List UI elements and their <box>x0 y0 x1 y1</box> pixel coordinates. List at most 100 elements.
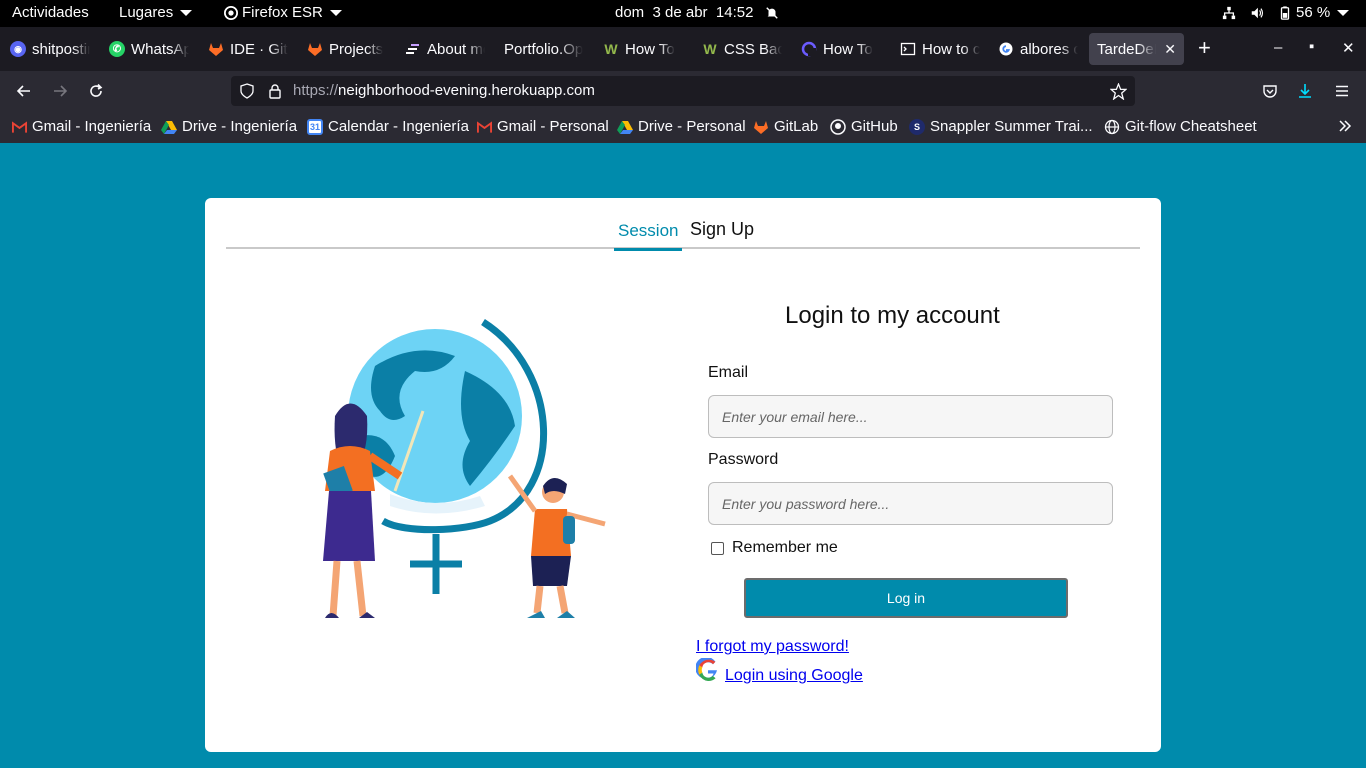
close-tab-icon[interactable]: ✕ <box>1164 41 1176 58</box>
wikihow-icon: W <box>604 41 618 57</box>
remember-me-checkbox[interactable] <box>711 541 724 555</box>
notifications-muted-icon <box>766 6 779 19</box>
bars-icon <box>406 44 419 54</box>
github-icon <box>830 118 846 135</box>
tab-label: Projects <box>329 40 384 58</box>
tab-label: How To <box>625 40 675 58</box>
pocket-icon <box>1263 85 1277 98</box>
url-host: neighborhood-evening.herokuapp.com <box>338 82 595 99</box>
bookmark-label: Gmail - Ingeniería <box>32 118 152 135</box>
new-tab-button[interactable]: + <box>1198 35 1211 61</box>
app-name-label: Firefox ESR <box>242 4 323 21</box>
browser-tab[interactable]: ✆ WhatsApp <box>101 33 197 65</box>
bookmark-label: Gmail - Personal <box>497 118 609 135</box>
bookmark-item[interactable]: GitHub <box>830 118 898 135</box>
wikihow-icon: W <box>703 41 717 57</box>
browser-tab-active[interactable]: TardeDeE ✕ <box>1089 33 1184 65</box>
forward-button[interactable] <box>48 79 72 103</box>
clock[interactable]: dom 3 de abr 14:52 <box>615 4 779 21</box>
bookmark-item[interactable]: 31 Calendar - Ingeniería <box>307 118 469 135</box>
page-tabs: Session Sign Up <box>226 219 1140 251</box>
gitlab-icon <box>308 43 322 56</box>
login-button-label: Log in <box>886 590 926 606</box>
gmail-icon <box>12 120 27 133</box>
tab-session[interactable]: Session <box>614 221 683 251</box>
system-status-menu[interactable]: 56 % <box>1222 4 1350 21</box>
clock-label: dom 3 de abr 14:52 <box>615 4 754 21</box>
whatsapp-icon: ✆ <box>109 41 125 57</box>
downloads-button[interactable] <box>1293 79 1317 103</box>
browser-tab[interactable]: Portfolio.Op <box>496 33 592 65</box>
bookmark-item[interactable]: Drive - Personal <box>617 118 746 135</box>
pocket-button[interactable] <box>1258 79 1282 103</box>
web-page: Session Sign Up Login to my account Emai… <box>0 143 1366 768</box>
browser-tab[interactable]: IDE · GitLab <box>200 33 296 65</box>
login-button[interactable]: Log in <box>744 578 1068 618</box>
browser-tab[interactable]: How to c <box>892 33 988 65</box>
back-button[interactable] <box>12 79 36 103</box>
bookmark-item[interactable]: Gmail - Ingeniería <box>12 118 151 135</box>
url-text[interactable]: https://neighborhood-evening.herokuapp.c… <box>293 82 595 99</box>
lock-icon[interactable] <box>267 83 283 99</box>
minimize-window-icon[interactable]: – <box>1274 39 1282 56</box>
tab-label: Portfolio.Op <box>504 40 584 58</box>
browser-tab[interactable]: ◉ shitposting <box>2 33 98 65</box>
terminal-icon <box>900 42 916 56</box>
email-field[interactable] <box>708 395 1113 438</box>
gitlab-icon <box>209 43 223 56</box>
menu-button[interactable] <box>1330 79 1354 103</box>
login-card: Session Sign Up Login to my account Emai… <box>205 198 1161 752</box>
bookmark-item[interactable]: Git-flow Cheatsheet <box>1104 118 1257 135</box>
tab-label: About me <box>427 40 485 58</box>
system-top-bar: Actividades Lugares Firefox ESR dom 3 de… <box>0 0 1366 27</box>
browser-tab[interactable]: W How To <box>595 33 691 65</box>
tab-signup-label: Sign Up <box>690 219 755 239</box>
app-menu[interactable]: Firefox ESR <box>224 4 342 21</box>
google-icon <box>696 658 717 682</box>
browser-tab[interactable]: How To <box>793 33 889 65</box>
maximize-window-icon[interactable]: ▪ <box>1309 38 1314 55</box>
browser-tab[interactable]: About me <box>397 33 493 65</box>
remember-me: Remember me <box>711 539 838 557</box>
firefox-icon <box>224 5 238 20</box>
battery-percent: 56 % <box>1296 4 1331 21</box>
reload-icon <box>90 83 103 97</box>
bookmark-item[interactable]: Drive - Ingeniería <box>161 118 297 135</box>
close-window-icon[interactable]: ✕ <box>1342 39 1355 57</box>
google-login-link[interactable]: Login using Google <box>725 667 863 685</box>
bookmark-item[interactable]: Gmail - Personal <box>477 118 609 135</box>
forgot-password-link[interactable]: I forgot my password! <box>696 638 849 656</box>
remember-me-label: Remember me <box>732 539 838 556</box>
browser-tab[interactable]: albores c <box>990 33 1086 65</box>
activities-label: Actividades <box>12 4 89 21</box>
bookmark-item[interactable]: S Snappler Summer Trai... <box>909 118 1093 135</box>
battery-icon <box>1280 5 1290 20</box>
password-field[interactable] <box>708 482 1113 525</box>
snappler-icon: S <box>909 118 925 135</box>
browser-tab[interactable]: Projects <box>299 33 395 65</box>
swirl-icon <box>801 41 817 57</box>
network-icon <box>1222 6 1236 19</box>
drive-icon <box>617 120 633 134</box>
more-bookmarks-button[interactable] <box>1337 118 1353 134</box>
places-menu[interactable]: Lugares <box>119 4 193 21</box>
reload-button[interactable] <box>84 79 108 103</box>
globe-icon <box>1104 119 1120 134</box>
bookmark-star-icon[interactable] <box>1110 83 1127 100</box>
tab-signup[interactable]: Sign Up <box>686 219 758 247</box>
shield-icon[interactable] <box>239 83 255 99</box>
bookmark-item[interactable]: GitLab <box>753 118 818 135</box>
bookmarks-bar: Gmail - Ingeniería Drive - Ingeniería 31… <box>0 111 1366 143</box>
tab-label: CSS Back <box>724 40 782 58</box>
volume-icon <box>1251 7 1264 18</box>
forward-arrow-icon <box>54 85 68 97</box>
browser-tab[interactable]: W CSS Back <box>694 33 790 65</box>
url-protocol: https:// <box>293 82 339 99</box>
password-label: Password <box>708 451 779 468</box>
chevron-down-icon <box>1337 9 1350 16</box>
url-bar[interactable]: https://neighborhood-evening.herokuapp.c… <box>231 76 1135 106</box>
tab-label: albores c <box>1020 40 1078 58</box>
activities-button[interactable]: Actividades <box>12 4 89 21</box>
email-label: Email <box>708 364 749 381</box>
tab-label: WhatsApp <box>131 40 189 58</box>
